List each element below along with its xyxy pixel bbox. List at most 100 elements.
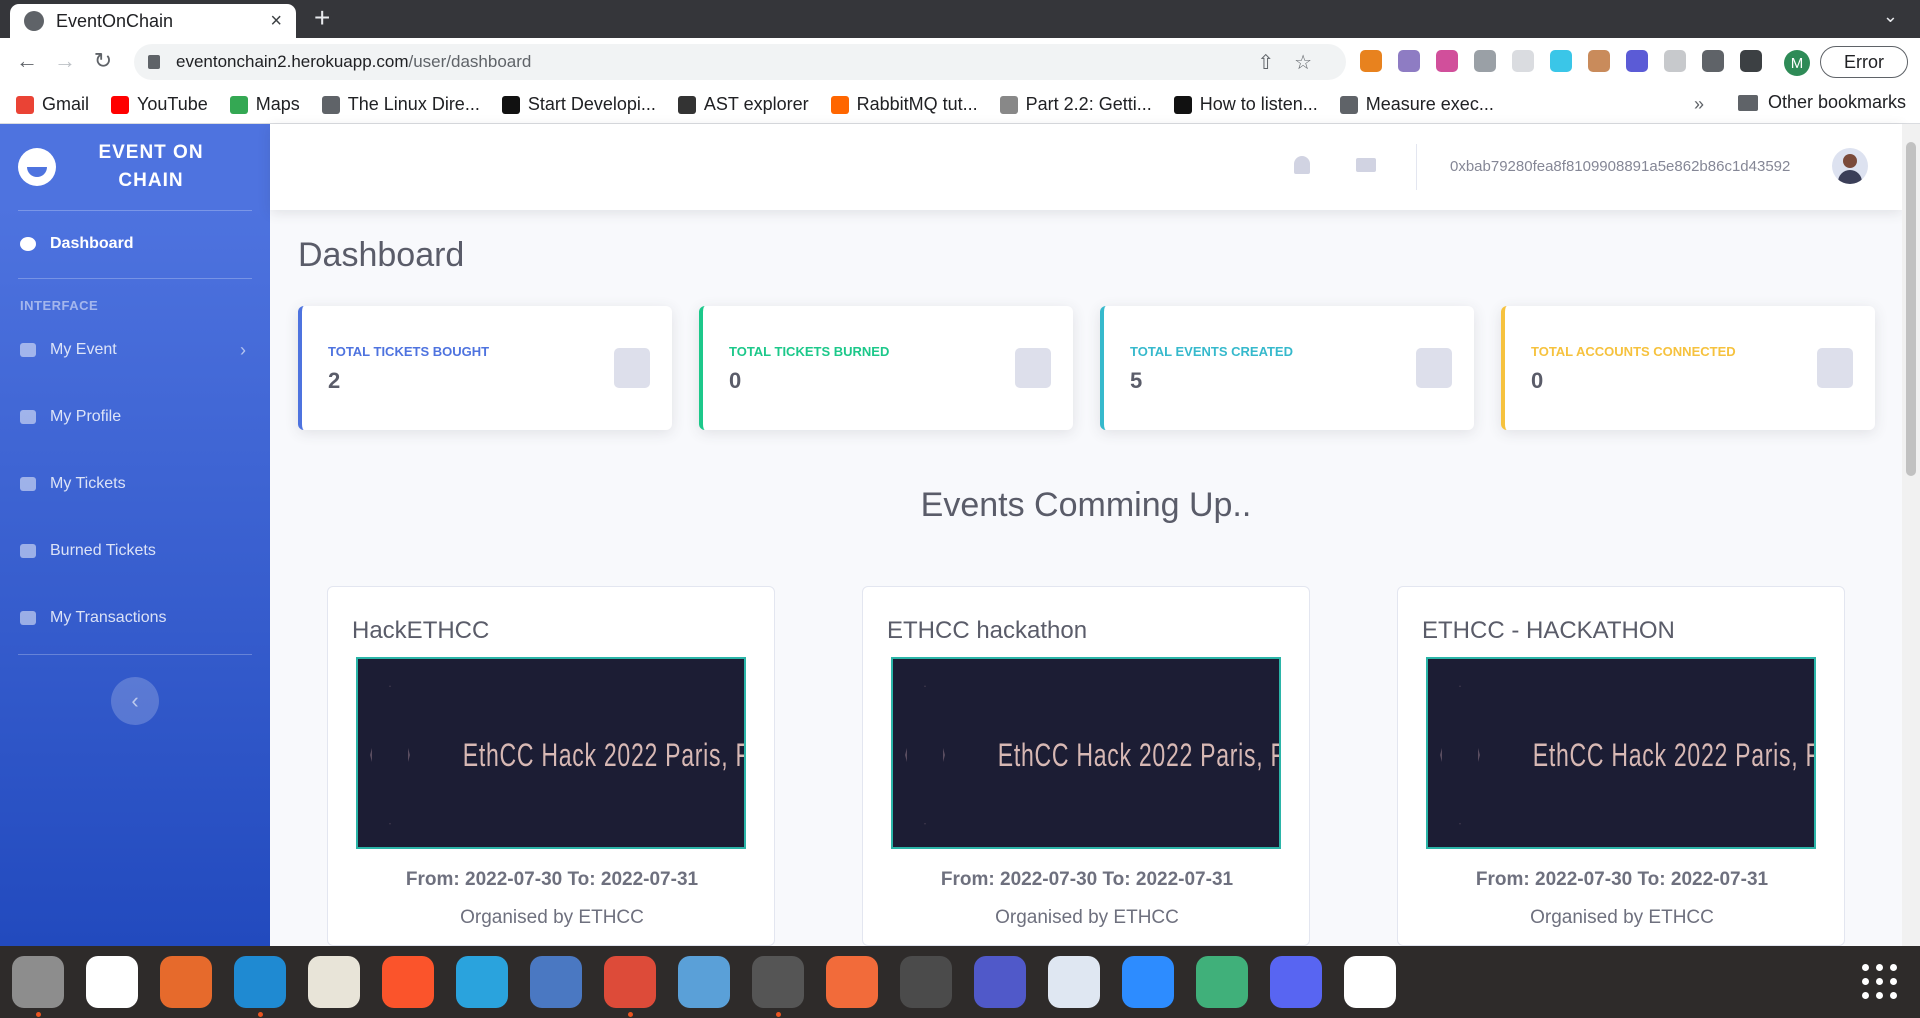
bookmark-item[interactable]: RabbitMQ tut... [830, 94, 978, 115]
bookmark-item[interactable]: YouTube [111, 94, 208, 115]
scrollbar-thumb[interactable] [1906, 142, 1916, 476]
network-icon[interactable] [530, 956, 582, 1008]
show-apps-icon[interactable] [1862, 964, 1898, 1000]
sidebar-item-dashboard[interactable]: Dashboard [0, 224, 270, 264]
sidebar-item-label: My Tickets [50, 475, 126, 492]
chrome-icon[interactable] [604, 956, 656, 1008]
software-center-icon[interactable] [160, 956, 212, 1008]
browser-tab[interactable]: EventOnChain × [10, 4, 296, 38]
telegram-icon[interactable] [456, 956, 508, 1008]
bookmark-favicon-icon [677, 95, 696, 114]
brand-name: EVENT ON CHAIN [76, 139, 226, 195]
other-bookmarks[interactable]: Other bookmarks [1738, 92, 1906, 113]
sublime-icon[interactable] [900, 956, 952, 1008]
sidebar-item-label: Dashboard [50, 235, 134, 252]
event-card[interactable]: ETHCC - HACKATHON EthCC Hack 2022 Paris,… [1397, 586, 1845, 946]
sidebar-item-my-profile[interactable]: My Profile [0, 397, 270, 437]
text-editor-icon[interactable] [308, 956, 360, 1008]
slack-icon[interactable] [86, 956, 138, 1008]
x-extension-icon[interactable] [1550, 50, 1572, 72]
event-organiser: Organised by ETHCC [995, 907, 1179, 928]
bookmark-item[interactable]: Maps [229, 94, 300, 115]
asterisk-extension-icon[interactable] [1626, 50, 1648, 72]
files-icon[interactable] [12, 956, 64, 1008]
diamond-graphic [370, 685, 410, 825]
teams-icon[interactable] [974, 956, 1026, 1008]
share-bookmark-icons[interactable]: ⇧☆ [1257, 50, 1332, 75]
zoom-icon[interactable] [1122, 956, 1174, 1008]
bookmark-label: AST explorer [703, 94, 809, 114]
banner-text: EthCC Hack 2022 Paris, France [462, 737, 744, 773]
bookmark-item[interactable]: AST explorer [677, 94, 809, 115]
bookmark-favicon-icon [1173, 95, 1192, 114]
event-organiser: Organised by ETHCC [1530, 907, 1714, 928]
wallet-address[interactable]: 0xbab79280fea8f8109908891a5e862b86c1d435… [1450, 158, 1790, 175]
event-card[interactable]: HackETHCC EthCC Hack 2022 Paris, France … [327, 586, 775, 946]
envelope-icon[interactable] [1356, 158, 1376, 172]
puzzle-icon[interactable] [1702, 50, 1724, 72]
color-picker-icon[interactable] [1436, 50, 1458, 72]
screen-icon[interactable] [1474, 50, 1496, 72]
bookmark-favicon-icon [16, 95, 34, 114]
atom-icon[interactable] [1196, 956, 1248, 1008]
brand-line1: EVENT ON [98, 142, 204, 163]
event-card[interactable]: ETHCC hackathon EthCC Hack 2022 Paris, F… [862, 586, 1310, 946]
sidebar-item-my-tickets[interactable]: My Tickets [0, 464, 270, 504]
bookmark-label: Part 2.2: Getti... [1025, 94, 1152, 114]
new-tab-button[interactable]: + [314, 2, 330, 34]
bookmarks-overflow-button[interactable]: » [1694, 94, 1704, 115]
close-tab-icon[interactable]: × [270, 10, 282, 33]
postman-icon[interactable] [826, 956, 878, 1008]
calendar-icon[interactable] [1048, 956, 1100, 1008]
sidebar-item-burned-tickets[interactable]: Burned Tickets [0, 531, 270, 571]
sidebar-item-label: My Transactions [50, 609, 167, 626]
lock-icon[interactable] [148, 55, 160, 69]
event-banner-image: EthCC Hack 2022 Paris, France [1426, 657, 1816, 849]
avatar-extension-icon[interactable] [1588, 50, 1610, 72]
capture-icon[interactable] [1512, 50, 1534, 72]
xcode-icon[interactable] [1344, 956, 1396, 1008]
discord-icon[interactable] [1270, 956, 1322, 1008]
stat-value: 0 [729, 368, 742, 393]
sidebar-item-my-event[interactable]: My Event › [0, 330, 270, 370]
tab-title: EventOnChain [56, 10, 174, 31]
reload-icon[interactable]: ↻ [90, 48, 116, 74]
banner-text: EthCC Hack 2022 Paris, France [1532, 737, 1814, 773]
updater-icon[interactable] [752, 956, 804, 1008]
extension-icon[interactable] [1398, 50, 1420, 72]
side-panel-icon[interactable] [1740, 50, 1762, 72]
stat-card-accounts-connected: TOTAL ACCOUNTS CONNECTED 0 [1501, 306, 1875, 430]
bookmark-item[interactable]: The Linux Dire... [321, 94, 480, 115]
events-section-title: Events Comming Up.. [920, 486, 1252, 524]
bookmark-item[interactable]: Measure exec... [1339, 94, 1494, 115]
url-path: /user/dashboard [408, 52, 532, 71]
stat-card-tickets-burned: TOTAL TICKETS BURNED 0 [699, 306, 1073, 430]
running-indicator [258, 1012, 263, 1017]
bookmark-item[interactable]: Part 2.2: Getti... [999, 94, 1152, 115]
metamask-icon[interactable] [1360, 50, 1382, 72]
bell-icon[interactable] [1294, 156, 1310, 174]
tab-search-icon[interactable]: ⌄ [1883, 6, 1898, 27]
bookmark-item[interactable]: Start Developi... [501, 94, 656, 115]
vscode-icon[interactable] [234, 956, 286, 1008]
bookmark-item[interactable]: How to listen... [1173, 94, 1318, 115]
bookmark-item[interactable]: Gmail [16, 94, 89, 115]
forward-icon[interactable]: → [52, 48, 78, 74]
shield-extension-icon[interactable] [1664, 50, 1686, 72]
user-icon [20, 410, 36, 424]
sidebar-toggle-button[interactable]: ‹ [111, 677, 159, 725]
page-scrollbar[interactable] [1902, 124, 1920, 946]
banner-text: EthCC Hack 2022 Paris, France [997, 737, 1279, 773]
image-viewer-icon[interactable] [678, 956, 730, 1008]
brand[interactable]: EVENT ON CHAIN [0, 124, 270, 210]
profile-avatar[interactable]: M [1784, 50, 1810, 76]
back-icon[interactable]: ← [14, 48, 40, 74]
error-button[interactable]: Error [1820, 46, 1908, 78]
bookmark-label: The Linux Dire... [347, 94, 480, 114]
running-indicator [628, 1012, 633, 1017]
user-avatar[interactable] [1832, 148, 1868, 184]
diamond-graphic [905, 685, 945, 825]
address-bar[interactable]: eventonchain2.herokuapp.com/user/dashboa… [134, 44, 1346, 80]
sidebar-item-my-transactions[interactable]: My Transactions [0, 598, 270, 638]
brave-icon[interactable] [382, 956, 434, 1008]
